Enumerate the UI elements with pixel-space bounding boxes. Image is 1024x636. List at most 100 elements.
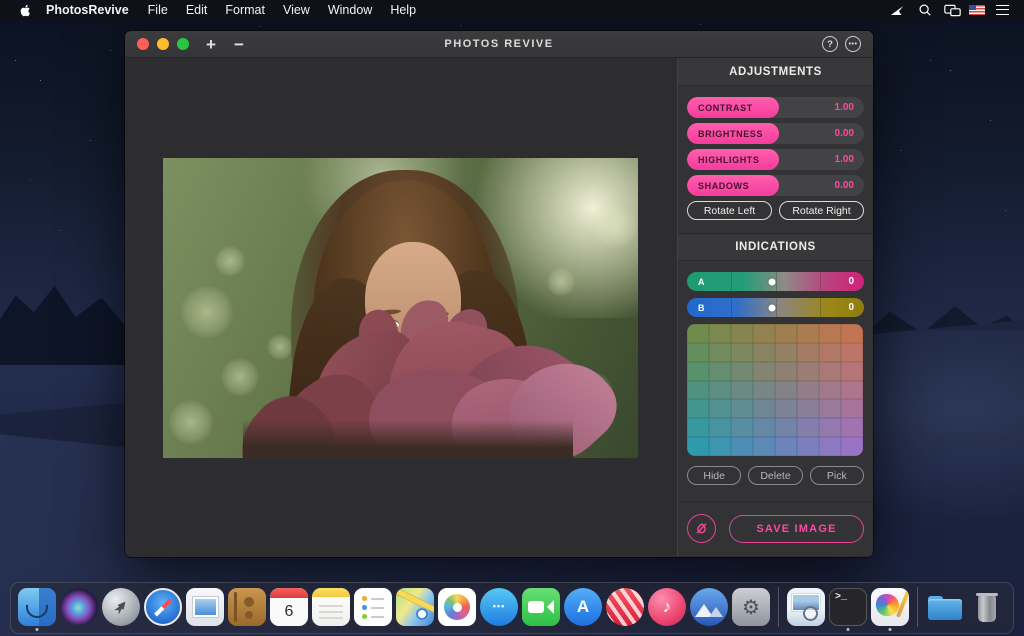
color-grid-cell[interactable] xyxy=(797,418,819,437)
color-grid-cell[interactable] xyxy=(819,399,841,418)
airplay-displays-icon[interactable] xyxy=(942,2,962,18)
slider-contrast[interactable]: CONTRAST1.00 xyxy=(687,97,864,118)
slider-fill[interactable]: CONTRAST xyxy=(687,97,779,118)
menu-file[interactable]: File xyxy=(139,3,177,17)
dock-preview[interactable] xyxy=(787,588,825,626)
color-grid-cell[interactable] xyxy=(797,399,819,418)
dock-trash[interactable] xyxy=(968,588,1006,626)
color-grid-cell[interactable] xyxy=(687,381,709,400)
toggle-brush-button[interactable] xyxy=(687,514,716,543)
pointer-share-icon[interactable] xyxy=(888,2,908,18)
dock-maps[interactable] xyxy=(396,588,434,626)
color-grid-cell[interactable] xyxy=(731,418,753,437)
color-grid-cell[interactable] xyxy=(753,343,775,362)
color-grid-cell[interactable] xyxy=(753,399,775,418)
color-grid-cell[interactable] xyxy=(775,399,797,418)
color-grid-cell[interactable] xyxy=(687,324,709,343)
color-axis-a[interactable]: A0 xyxy=(687,272,864,291)
slider-fill[interactable]: HIGHLIGHTS xyxy=(687,149,779,170)
color-grid-cell[interactable] xyxy=(775,362,797,381)
menubar-app-name[interactable]: PhotosRevive xyxy=(36,3,139,17)
color-grid-cell[interactable] xyxy=(753,362,775,381)
color-grid-cell[interactable] xyxy=(797,324,819,343)
hide-button[interactable]: Hide xyxy=(687,466,741,485)
color-grid-cell[interactable] xyxy=(797,362,819,381)
color-grid-cell[interactable] xyxy=(819,418,841,437)
axis-handle[interactable] xyxy=(768,278,775,285)
slider-shadows[interactable]: SHADOWS0.00 xyxy=(687,175,864,196)
color-grid-cell[interactable] xyxy=(731,362,753,381)
slider-fill[interactable]: BRIGHTNESS xyxy=(687,123,779,144)
color-grid-cell[interactable] xyxy=(709,362,731,381)
color-grid-cell[interactable] xyxy=(687,362,709,381)
spotlight-search-icon[interactable] xyxy=(915,2,935,18)
color-grid-cell[interactable] xyxy=(687,418,709,437)
color-grid-cell[interactable] xyxy=(841,324,863,343)
color-grid-cell[interactable] xyxy=(775,324,797,343)
rotate-left-button[interactable]: Rotate Left xyxy=(687,201,772,220)
dock-messages[interactable]: ••• xyxy=(480,588,518,626)
color-grid-cell[interactable] xyxy=(753,324,775,343)
dock-photos[interactable] xyxy=(438,588,476,626)
color-grid-cell[interactable] xyxy=(841,343,863,362)
menu-format[interactable]: Format xyxy=(216,3,274,17)
dock-downloads-folder[interactable] xyxy=(926,588,964,626)
pick-button[interactable]: Pick xyxy=(810,466,864,485)
minimize-button[interactable] xyxy=(157,38,169,50)
color-grid-cell[interactable] xyxy=(841,362,863,381)
color-grid-cell[interactable] xyxy=(819,381,841,400)
color-grid-cell[interactable] xyxy=(775,381,797,400)
more-options-button[interactable]: ••• xyxy=(845,36,861,52)
fullscreen-button[interactable] xyxy=(177,38,189,50)
close-button[interactable] xyxy=(137,38,149,50)
notification-center-icon[interactable] xyxy=(992,2,1012,18)
input-source-us-flag-icon[interactable] xyxy=(969,5,985,15)
zoom-out-button[interactable]: − xyxy=(225,36,253,53)
slider-fill[interactable]: SHADOWS xyxy=(687,175,779,196)
dock-safari[interactable] xyxy=(144,588,182,626)
color-grid-cell[interactable] xyxy=(687,399,709,418)
title-bar[interactable]: + − PHOTOS REVIVE ? ••• xyxy=(125,31,873,58)
menu-window[interactable]: Window xyxy=(319,3,381,17)
color-grid-cell[interactable] xyxy=(841,381,863,400)
color-grid-cell[interactable] xyxy=(731,324,753,343)
save-image-button[interactable]: SAVE IMAGE xyxy=(729,515,864,543)
dock-news[interactable] xyxy=(606,588,644,626)
color-grid-cell[interactable] xyxy=(819,343,841,362)
color-grid-cell[interactable] xyxy=(841,399,863,418)
color-grid-cell[interactable] xyxy=(709,418,731,437)
slider-brightness[interactable]: BRIGHTNESS0.00 xyxy=(687,123,864,144)
dock-itunes[interactable]: ♪ xyxy=(648,588,686,626)
rotate-right-button[interactable]: Rotate Right xyxy=(779,201,864,220)
color-grid-cell[interactable] xyxy=(753,381,775,400)
color-grid-cell[interactable] xyxy=(731,381,753,400)
dock-terminal[interactable]: >_ xyxy=(829,588,867,626)
dock-facetime[interactable] xyxy=(522,588,560,626)
color-grid-cell[interactable] xyxy=(797,381,819,400)
axis-handle[interactable] xyxy=(768,304,775,311)
color-grid-cell[interactable] xyxy=(687,437,709,456)
dock-mail[interactable] xyxy=(186,588,224,626)
dock-reminders[interactable] xyxy=(354,588,392,626)
dock-siri[interactable] xyxy=(60,588,98,626)
help-button[interactable]: ? xyxy=(822,36,838,52)
color-grid-cell[interactable] xyxy=(709,324,731,343)
zoom-in-button[interactable]: + xyxy=(197,36,225,53)
color-grid-cell[interactable] xyxy=(841,418,863,437)
dock-notes[interactable] xyxy=(312,588,350,626)
menu-view[interactable]: View xyxy=(274,3,319,17)
menu-help[interactable]: Help xyxy=(381,3,425,17)
color-grid-cell[interactable] xyxy=(731,343,753,362)
color-grid-cell[interactable] xyxy=(775,343,797,362)
color-grid-cell[interactable] xyxy=(819,437,841,456)
apple-menu-icon[interactable] xyxy=(14,3,36,18)
color-grid-cell[interactable] xyxy=(841,437,863,456)
color-grid-cell[interactable] xyxy=(731,437,753,456)
color-grid-cell[interactable] xyxy=(753,418,775,437)
menu-edit[interactable]: Edit xyxy=(177,3,217,17)
color-grid-cell[interactable] xyxy=(709,399,731,418)
delete-button[interactable]: Delete xyxy=(748,466,802,485)
slider-highlights[interactable]: HIGHLIGHTS1.00 xyxy=(687,149,864,170)
color-grid-cell[interactable] xyxy=(775,437,797,456)
dock-calendar[interactable]: 6 xyxy=(270,588,308,626)
